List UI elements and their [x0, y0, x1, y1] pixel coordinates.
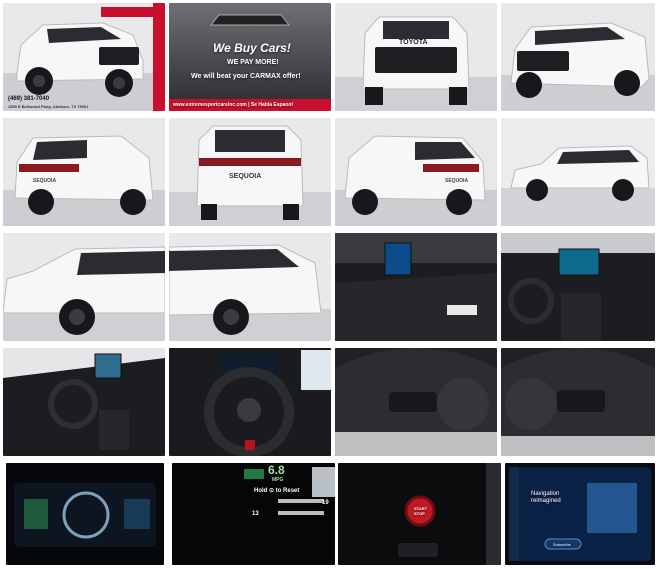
photo-thumb-front[interactable]: TOYOTA	[335, 3, 497, 111]
dealer-address: 1550 E Beltwood Pkwy, Addison, TX 75001	[8, 104, 89, 109]
photo-gallery: (469) 381-7040 1550 E Beltwood Pkwy, Add…	[0, 0, 658, 569]
tailgate-badge-c: SEQUOIA	[445, 178, 469, 184]
mpg-unit: MPG	[272, 477, 284, 483]
dealer-phone: (469) 381-7040	[8, 96, 50, 102]
suv-front-34-photo	[3, 3, 165, 111]
photo-thumb-front-34-right[interactable]	[501, 3, 655, 111]
odo-a-value: 19	[322, 500, 329, 506]
tailgate-badge-b: SEQUOIA	[229, 173, 262, 180]
photo-thumb-driver-cockpit[interactable]	[3, 348, 165, 456]
dealer-ad-graphic	[169, 3, 331, 111]
interior-center-photo	[501, 233, 655, 341]
photo-thumb-rear[interactable]: SEQUOIA	[169, 118, 331, 226]
wheel-controls-right-photo	[501, 348, 655, 456]
photo-thumb-gauge-cluster[interactable]	[6, 463, 164, 565]
photo-thumb-mpg-display[interactable]: 6.8 MPG Hold ⊙ to Reset 19 13	[172, 463, 335, 565]
ad-headline: We Buy Cars!	[213, 41, 291, 55]
photo-thumb-infotainment-screen[interactable]: Navigation reimagined Subscribe	[505, 463, 655, 565]
photo-thumb-side-left-rear[interactable]	[169, 233, 331, 341]
photo-thumb-we-buy-cars-ad[interactable]: We Buy Cars! WE PAY MORE! We will beat y…	[169, 3, 331, 111]
infotainment-photo	[505, 463, 655, 565]
suv-side-front-photo	[3, 233, 165, 341]
grille-badge: TOYOTA	[399, 39, 428, 46]
photo-thumb-rear-34[interactable]: SEQUOIA	[3, 118, 165, 226]
ad-footer: www.extremesportcarsinc.com | Se Habla E…	[173, 102, 293, 108]
odo-b-value: 13	[252, 511, 259, 517]
suv-front-photo	[335, 3, 497, 111]
mpg-value: 6.8	[268, 463, 285, 477]
suv-rear-photo	[169, 118, 331, 226]
ad-line-2: WE PAY MORE!	[227, 59, 279, 66]
photo-thumb-wheel-controls-right[interactable]	[501, 348, 655, 456]
interior-dash-photo	[335, 233, 497, 341]
interior-cockpit-photo	[3, 348, 165, 456]
photo-thumb-wheel-controls-left[interactable]	[335, 348, 497, 456]
wheel-controls-left-photo	[335, 348, 497, 456]
steering-wheel-photo	[169, 348, 331, 456]
ad-line-3: We will beat your CARMAX offer!	[191, 73, 301, 80]
nav-screen-title: Navigation reimagined	[531, 491, 561, 504]
photo-thumb-side-left-front[interactable]	[3, 233, 165, 341]
suv-side-rear-photo	[169, 233, 331, 341]
photo-thumb-start-button[interactable]: START STOP	[338, 463, 501, 565]
photo-thumb-front-34[interactable]: (469) 381-7040 1550 E Beltwood Pkwy, Add…	[3, 3, 165, 111]
start-stop-label: START STOP	[414, 506, 428, 516]
reset-hint: Hold ⊙ to Reset	[254, 488, 300, 494]
gauge-cluster-photo	[6, 463, 164, 565]
photo-thumb-side-right[interactable]	[501, 118, 655, 226]
suv-side-right-photo	[501, 118, 655, 226]
nav-subscribe-button[interactable]: Subscribe	[553, 542, 571, 547]
photo-thumb-rear-34-right[interactable]: SEQUOIA	[335, 118, 497, 226]
photo-thumb-dashboard-center[interactable]	[501, 233, 655, 341]
photo-thumb-steering-wheel[interactable]	[169, 348, 331, 456]
suv-rear-34-right-photo	[335, 118, 497, 226]
photo-thumb-dashboard-passenger[interactable]	[335, 233, 497, 341]
tailgate-badge-a: SEQUOIA	[33, 178, 57, 184]
suv-rear-34-photo	[3, 118, 165, 226]
suv-front-34-right-photo	[501, 3, 655, 111]
